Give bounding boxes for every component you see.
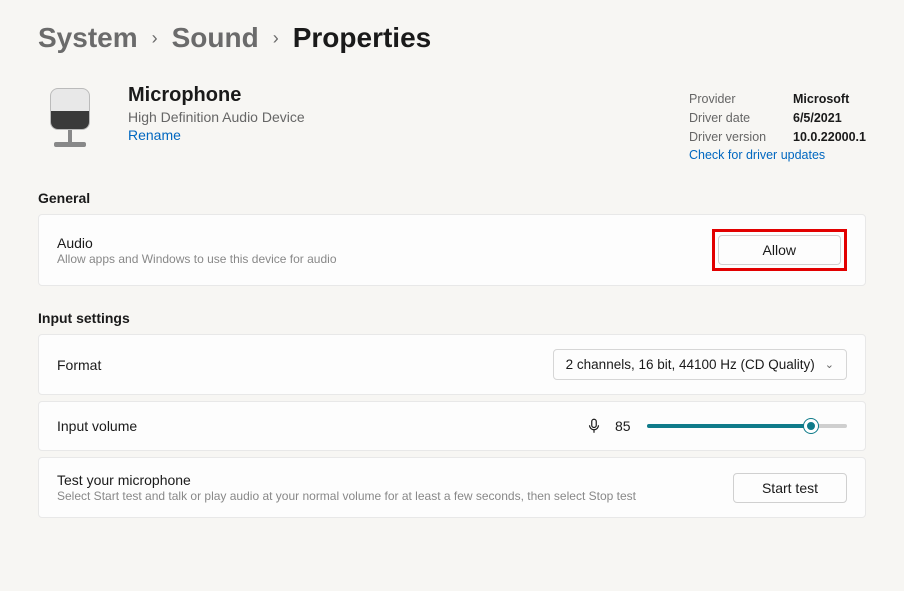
- chevron-right-icon: ›: [152, 28, 158, 49]
- microphone-icon: [585, 417, 603, 435]
- device-icon: [38, 84, 102, 162]
- audio-subtitle: Allow apps and Windows to use this devic…: [57, 252, 712, 266]
- driver-date-label: Driver date: [689, 109, 775, 128]
- format-title: Format: [57, 357, 553, 373]
- driver-date-value: 6/5/2021: [793, 109, 842, 128]
- section-input-settings: Input settings: [0, 292, 904, 334]
- volume-title: Input volume: [57, 418, 585, 434]
- provider-label: Provider: [689, 90, 775, 109]
- provider-value: Microsoft: [793, 90, 849, 109]
- audio-title: Audio: [57, 235, 712, 251]
- rename-link[interactable]: Rename: [128, 127, 663, 143]
- volume-slider[interactable]: [647, 416, 847, 436]
- test-subtitle: Select Start test and talk or play audio…: [57, 489, 733, 503]
- breadcrumb: System › Sound › Properties: [0, 0, 904, 64]
- chevron-right-icon: ›: [273, 28, 279, 49]
- device-info: Microphone High Definition Audio Device …: [128, 84, 663, 162]
- breadcrumb-system[interactable]: System: [38, 22, 138, 54]
- volume-card: Input volume 85: [38, 401, 866, 451]
- format-selected-value: 2 channels, 16 bit, 44100 Hz (CD Quality…: [566, 357, 815, 372]
- section-general: General: [0, 172, 904, 214]
- breadcrumb-properties: Properties: [293, 22, 432, 54]
- start-test-button[interactable]: Start test: [733, 473, 847, 503]
- driver-version-label: Driver version: [689, 128, 775, 147]
- test-card: Test your microphone Select Start test a…: [38, 457, 866, 518]
- allow-button[interactable]: Allow: [718, 235, 841, 265]
- device-header: Microphone High Definition Audio Device …: [0, 64, 904, 172]
- format-select[interactable]: 2 channels, 16 bit, 44100 Hz (CD Quality…: [553, 349, 847, 380]
- format-card: Format 2 channels, 16 bit, 44100 Hz (CD …: [38, 334, 866, 395]
- device-subtitle: High Definition Audio Device: [128, 109, 663, 125]
- chevron-down-icon: ⌄: [825, 358, 834, 371]
- breadcrumb-sound[interactable]: Sound: [172, 22, 259, 54]
- driver-info: Provider Microsoft Driver date 6/5/2021 …: [689, 84, 866, 162]
- driver-version-value: 10.0.22000.1: [793, 128, 866, 147]
- microphone-icon: [46, 88, 94, 147]
- highlight-box: Allow: [712, 229, 847, 271]
- volume-value: 85: [615, 418, 635, 434]
- check-updates-link[interactable]: Check for driver updates: [689, 148, 866, 162]
- test-title: Test your microphone: [57, 472, 733, 488]
- audio-card: Audio Allow apps and Windows to use this…: [38, 214, 866, 286]
- device-title: Microphone: [128, 84, 663, 107]
